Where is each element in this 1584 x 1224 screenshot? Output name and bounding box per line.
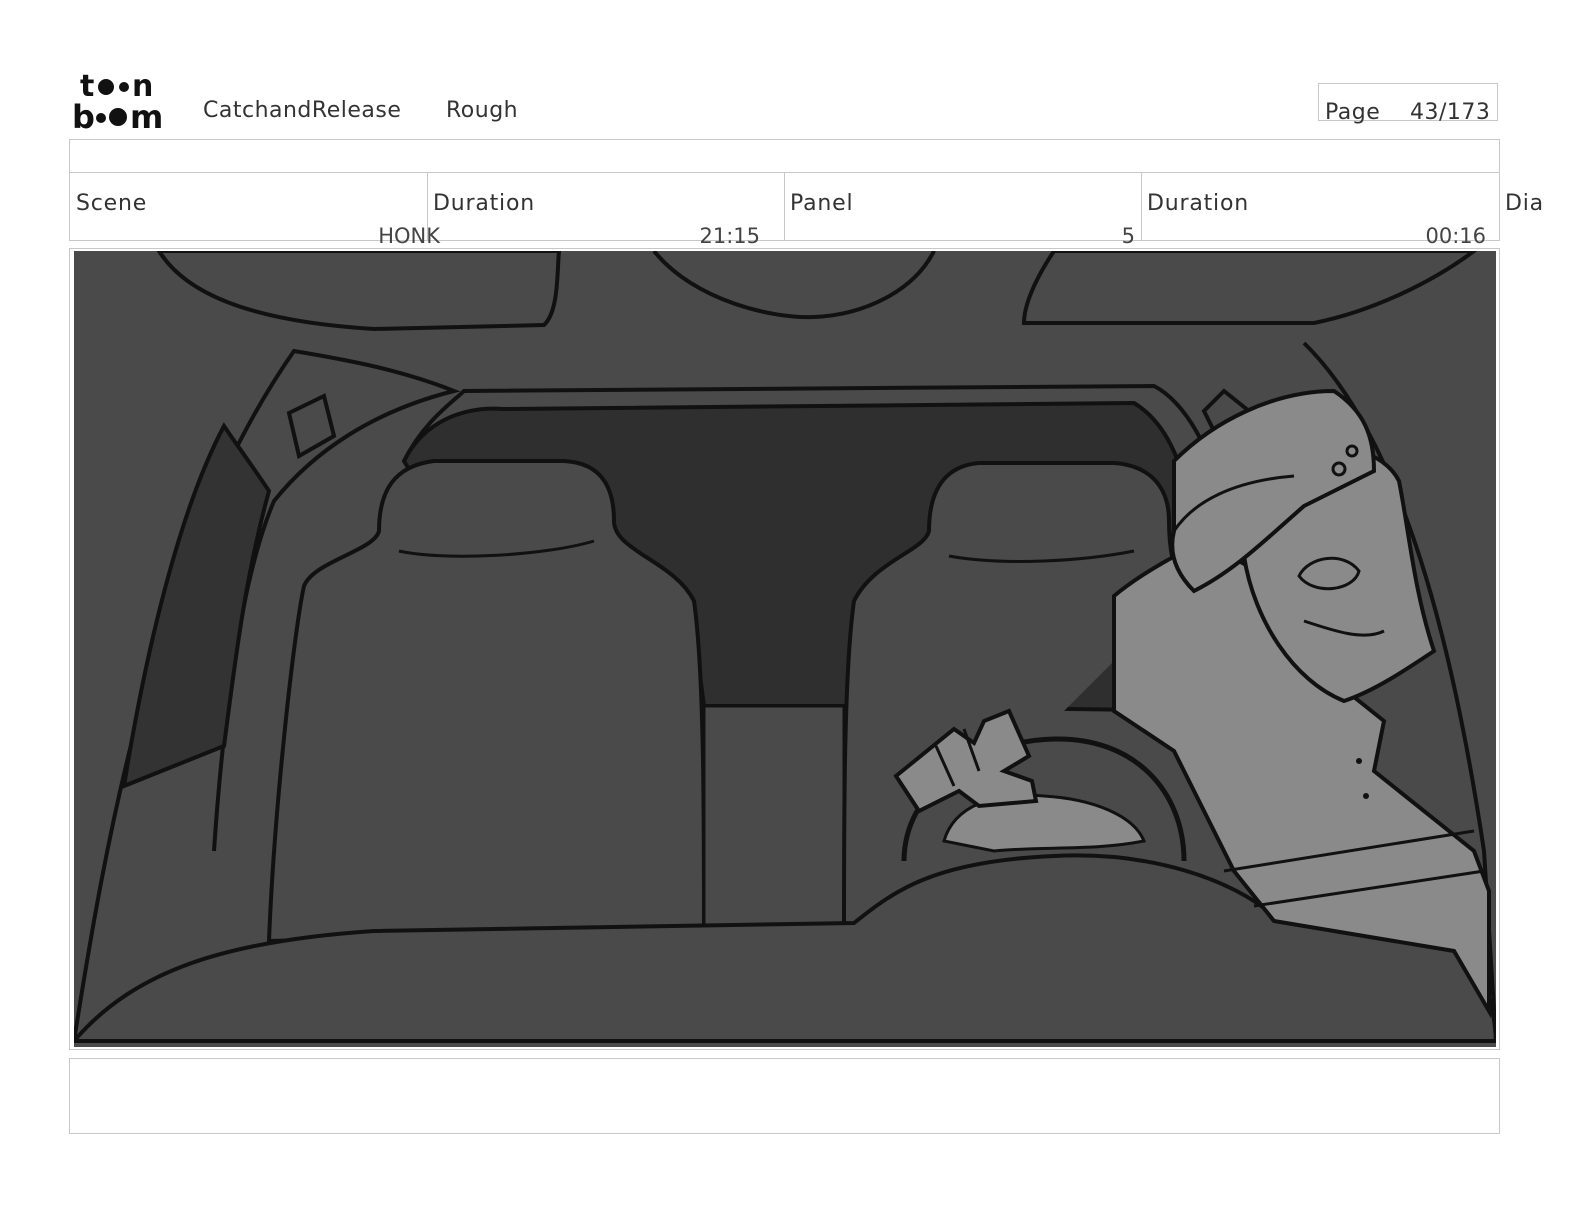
toonboom-logo: t n b m <box>72 70 163 132</box>
panel-value: 5 <box>1121 224 1135 248</box>
cell-divider <box>1141 173 1142 241</box>
panel-duration-value: 00:16 <box>1425 224 1486 248</box>
panel-duration-label: Duration <box>1147 191 1249 216</box>
storyboard-panel-image <box>74 251 1496 1047</box>
svg-text:m: m <box>130 98 163 132</box>
panel-label: Panel <box>790 191 854 216</box>
scene-duration-label: Duration <box>433 191 535 216</box>
svg-text:b: b <box>72 98 95 132</box>
page-label: Page <box>1325 100 1381 125</box>
cell-divider <box>784 173 785 241</box>
scene-label: Scene <box>76 191 148 216</box>
page-number: 43/173 <box>1410 100 1491 125</box>
scene-value: HONK <box>378 224 440 248</box>
action-strip <box>69 139 1500 173</box>
scene-duration-value: 21:15 <box>699 224 760 248</box>
stage-label: Rough <box>446 98 519 123</box>
notes-box <box>69 1058 1500 1134</box>
dialogue-label: Dia <box>1505 191 1544 216</box>
project-title: CatchandRelease <box>203 98 402 123</box>
